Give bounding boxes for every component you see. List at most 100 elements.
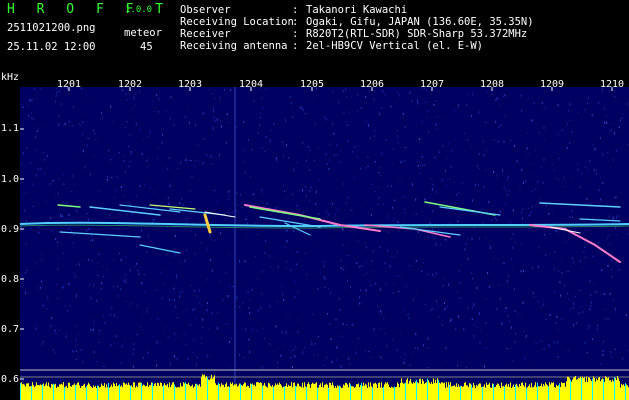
noise-speck — [431, 210, 433, 212]
spectrum-bar — [173, 382, 174, 400]
noise-speck — [35, 97, 37, 99]
spectrum-bar — [123, 382, 124, 400]
spectrum-bar — [214, 375, 215, 400]
noise-speck — [186, 249, 188, 252]
spectrum-bar — [151, 382, 152, 400]
spectrum-bar — [183, 382, 184, 400]
spectrum-bar — [139, 382, 140, 400]
spectrum-bar — [280, 384, 281, 400]
spectrum-bar — [610, 380, 611, 400]
spectrum-bar — [230, 382, 231, 400]
noise-speck — [308, 199, 310, 202]
spectrum-bar — [567, 376, 568, 400]
noise-speck — [139, 184, 141, 187]
noise-speck — [226, 272, 228, 274]
noise-speck — [70, 176, 71, 178]
noise-speck — [38, 232, 40, 234]
spectrum-bar — [227, 386, 228, 400]
noise-speck — [283, 246, 285, 248]
noise-speck — [607, 238, 608, 239]
noise-speck — [448, 142, 450, 145]
spectrum-bar — [295, 385, 296, 400]
noise-speck — [404, 286, 406, 288]
noise-speck — [213, 116, 215, 119]
noise-speck — [404, 159, 406, 162]
noise-speck — [78, 335, 79, 337]
noise-speck — [181, 198, 182, 201]
spectrum-bar — [383, 386, 384, 400]
noise-speck — [236, 126, 238, 128]
noise-speck — [122, 89, 124, 91]
noise-speck — [63, 183, 65, 186]
noise-speck — [26, 270, 28, 272]
noise-speck — [220, 120, 222, 123]
spectrum-bar — [615, 377, 616, 400]
noise-speck — [91, 235, 92, 237]
noise-speck — [545, 254, 547, 257]
noise-speck — [195, 317, 197, 320]
noise-speck — [618, 268, 620, 271]
noise-speck — [436, 300, 438, 303]
noise-speck — [261, 97, 262, 100]
noise-speck — [84, 166, 86, 169]
spectrum-bar — [398, 383, 399, 400]
noise-speck — [179, 202, 181, 205]
noise-speck — [373, 98, 375, 101]
noise-speck — [495, 120, 497, 123]
noise-speck — [368, 281, 370, 283]
info-key-antenna: Receiving antenna — [180, 40, 288, 52]
spectrum-bar — [20, 383, 21, 400]
noise-speck — [432, 228, 434, 231]
noise-speck — [575, 322, 577, 325]
noise-speck — [331, 122, 333, 125]
noise-speck — [137, 305, 139, 307]
noise-speck — [281, 331, 283, 334]
meteor-count: 45 — [140, 41, 153, 53]
noise-speck — [151, 221, 153, 223]
noise-speck — [76, 211, 78, 213]
noise-speck — [107, 239, 108, 241]
noise-speck — [176, 357, 178, 360]
noise-speck — [594, 148, 595, 151]
noise-speck — [602, 341, 604, 343]
noise-speck — [565, 120, 567, 122]
noise-speck — [511, 359, 513, 361]
noise-speck — [589, 308, 591, 311]
noise-speck — [195, 157, 197, 159]
noise-speck — [286, 240, 288, 243]
noise-speck — [358, 241, 359, 242]
spectrum-bar — [560, 387, 561, 400]
noise-speck — [521, 212, 523, 214]
noise-speck — [262, 270, 264, 273]
noise-speck — [195, 160, 197, 162]
spectrum-bar — [499, 385, 500, 400]
noise-speck — [296, 161, 298, 164]
noise-speck — [208, 328, 210, 329]
noise-speck — [220, 232, 222, 235]
spectrum-bar — [411, 382, 412, 400]
noise-speck — [417, 102, 419, 105]
noise-speck — [352, 151, 354, 153]
noise-speck — [97, 299, 99, 301]
noise-speck — [110, 105, 112, 108]
noise-speck — [346, 124, 348, 127]
noise-speck — [587, 103, 589, 105]
noise-speck — [101, 282, 103, 285]
noise-speck — [588, 328, 590, 330]
noise-speck — [434, 237, 435, 240]
noise-speck — [62, 286, 64, 289]
spectrum-bar — [505, 384, 506, 400]
spectrum-bar — [490, 387, 491, 400]
spectrum-bar — [433, 378, 434, 400]
spectrum-bar — [527, 387, 528, 400]
spectrum-bar — [135, 387, 136, 400]
spectrum-bar — [144, 385, 145, 400]
spectrum-bar — [407, 378, 408, 400]
noise-speck — [368, 124, 369, 127]
spectrum-bar — [107, 387, 108, 400]
noise-speck — [485, 150, 487, 152]
spectrum-bar — [325, 384, 326, 400]
noise-speck — [563, 177, 565, 179]
noise-speck — [365, 260, 367, 263]
spectrum-bar — [577, 379, 578, 400]
